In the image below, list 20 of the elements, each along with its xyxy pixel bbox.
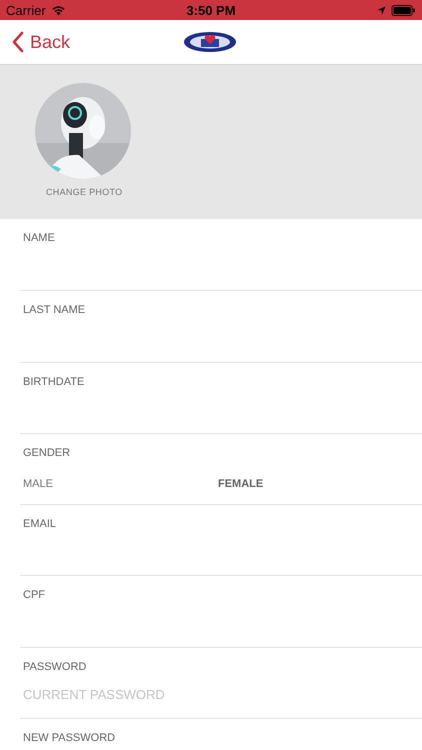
- wifi-icon: [50, 4, 66, 16]
- field-label: PASSWORD: [23, 660, 88, 674]
- field-label: EMAIL: [23, 517, 58, 532]
- field-label: GENDER: [23, 446, 72, 460]
- carrier-name: Carrier: [6, 2, 46, 18]
- field-label: NAME: [23, 231, 56, 245]
- logo-icon: [183, 31, 237, 53]
- battery-icon: [391, 4, 416, 16]
- field-label: BIRTHDATE: [23, 374, 86, 389]
- back-chevron-icon: [12, 31, 24, 53]
- field-label: LAST NAME: [23, 303, 86, 318]
- gender-option[interactable]: FEMALE: [218, 478, 264, 490]
- field-label: NEW PASSWORD: [23, 731, 116, 746]
- gender-option[interactable]: MALE: [23, 478, 53, 490]
- back-button[interactable]: Back: [0, 31, 70, 53]
- change-photo-button[interactable]: CHANGE PHOTO: [46, 187, 122, 197]
- clock-time: 3:50 PM: [186, 2, 236, 18]
- input-field[interactable]: CURRENT PASSWORD: [23, 684, 403, 706]
- field-label: CPF: [23, 588, 46, 602]
- location-arrow-icon: [377, 6, 386, 14]
